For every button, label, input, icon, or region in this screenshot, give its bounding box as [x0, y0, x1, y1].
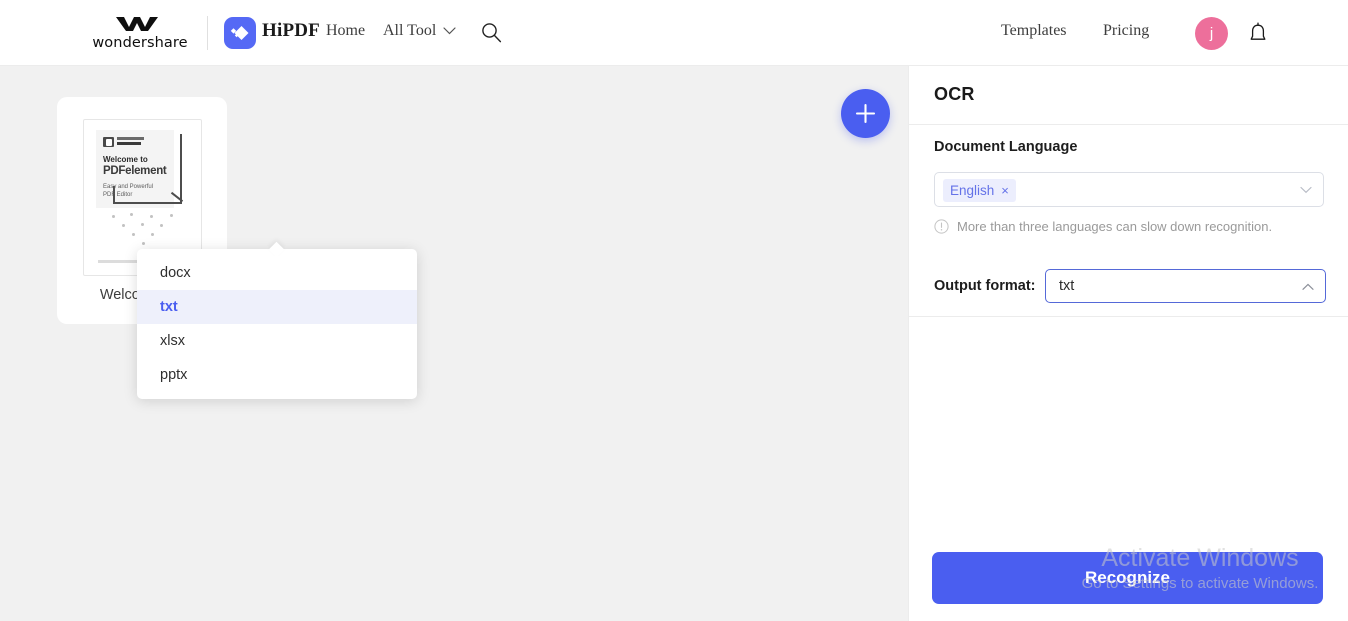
output-format-label: Output format: — [934, 278, 1036, 294]
plus-icon — [855, 103, 876, 124]
thumbnail-brand-line-1 — [117, 137, 144, 140]
bell-glyph-icon — [1250, 22, 1266, 40]
wondershare-mark-icon — [116, 17, 158, 31]
dropdown-option-xlsx[interactable]: xlsx — [137, 324, 417, 358]
ocr-panel: OCR Document Language English × More tha… — [908, 66, 1348, 621]
output-format-select[interactable]: txt — [1045, 269, 1326, 303]
language-tag-english: English × — [943, 179, 1016, 202]
top-header: wondershare HiPDF Home All Tool Template — [0, 0, 1348, 66]
language-hint: More than three languages can slow down … — [934, 219, 1272, 234]
recognize-button[interactable]: Recognize — [932, 552, 1323, 604]
avatar[interactable]: j — [1195, 17, 1228, 50]
thumbnail-brand-line-2 — [117, 141, 141, 145]
search-glyph-icon — [482, 23, 502, 43]
thumbnail-subtitle-line1: Easy and Powerful — [103, 184, 154, 190]
app-root: wondershare HiPDF Home All Tool Template — [0, 0, 1348, 621]
dropdown-option-docx[interactable]: docx — [137, 256, 417, 290]
panel-title: OCR — [934, 84, 975, 104]
nav-pricing[interactable]: Pricing — [1103, 22, 1149, 40]
nav-home[interactable]: Home — [326, 22, 365, 40]
output-format-value: txt — [1059, 278, 1075, 294]
panel-divider-top — [909, 124, 1348, 125]
language-hint-text: More than three languages can slow down … — [957, 219, 1273, 234]
thumbnail-heading: Welcome to — [103, 155, 148, 164]
panel-divider-middle — [909, 316, 1348, 317]
nav-all-tool[interactable]: All Tool — [383, 22, 456, 40]
output-format-dropdown: docx txt xlsx pptx — [137, 241, 417, 399]
language-tag-label: English — [950, 183, 995, 198]
thumbnail-title: PDFelement — [103, 165, 167, 177]
chevron-down-icon — [1300, 186, 1312, 194]
thumbnail-decorative-dots — [108, 213, 184, 251]
thumbnail-book-bottom — [113, 202, 181, 204]
add-file-button[interactable] — [841, 89, 890, 138]
thumbnail-subtitle-line2: PDF Editor — [103, 192, 133, 198]
wondershare-wordmark: wondershare — [92, 35, 188, 51]
dropdown-option-txt[interactable]: txt — [137, 290, 417, 324]
header-divider — [207, 16, 208, 50]
nav-templates[interactable]: Templates — [1001, 22, 1067, 40]
chevron-up-icon — [1302, 283, 1314, 290]
thumbnail-brand-badge-inner — [105, 139, 112, 146]
thumbnail-subtitle: Easy and Powerful PDF Editor — [103, 183, 153, 199]
wondershare-logo[interactable]: wondershare — [85, 10, 195, 56]
hipdf-diamond-icon — [230, 26, 249, 40]
notification-bell-icon[interactable] — [1247, 22, 1269, 45]
document-language-label: Document Language — [934, 139, 1078, 155]
document-language-select[interactable]: English × — [934, 172, 1324, 207]
info-warning-icon — [934, 219, 949, 234]
search-icon[interactable] — [481, 22, 502, 43]
hipdf-product-name: HiPDF — [262, 20, 320, 41]
chevron-down-icon — [443, 27, 456, 35]
hipdf-logo-icon[interactable] — [224, 17, 256, 49]
language-tag-remove-icon[interactable]: × — [1001, 184, 1009, 197]
dropdown-option-pptx[interactable]: pptx — [137, 358, 417, 392]
nav-all-tool-label: All Tool — [383, 22, 437, 39]
